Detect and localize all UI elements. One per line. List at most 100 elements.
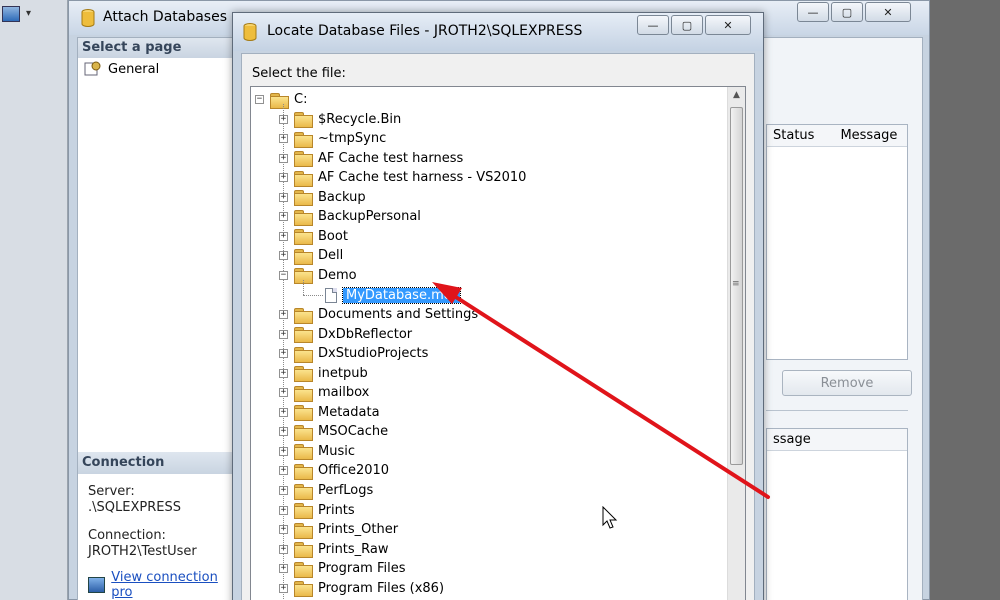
tree-folder-item[interactable]: + Music [279, 442, 355, 461]
tree-folder-item[interactable]: + DxDbReflector [279, 325, 412, 344]
database-details-grid[interactable]: ssage [766, 428, 908, 600]
mouse-cursor-icon [602, 506, 618, 529]
quick-access-icon[interactable] [2, 6, 20, 22]
scroll-up-arrow-icon[interactable]: ▲ [728, 87, 745, 104]
locate-client-area: Select the file: − C: ▲ ≡ + $Recycle.Bin +… [241, 53, 755, 600]
tree-connector [303, 279, 304, 295]
minimize-button[interactable]: — [637, 15, 669, 35]
maximize-button[interactable]: ▢ [671, 15, 703, 35]
tree-folder-item[interactable]: + MSOCache [279, 422, 388, 441]
expand-icon[interactable]: + [279, 212, 288, 222]
expand-icon[interactable]: + [279, 564, 288, 574]
tree-folder-item[interactable]: + DxStudioProjects [279, 344, 428, 363]
tree-folder-item[interactable]: + $Recycle.Bin [279, 110, 401, 129]
tree-item-label: mailbox [318, 385, 370, 401]
close-button[interactable]: ✕ [705, 15, 751, 35]
expand-icon[interactable]: + [279, 368, 288, 378]
tree-item-label: Metadata [318, 404, 380, 420]
tree-file-item[interactable]: MyDatabase.mdf [325, 286, 461, 305]
tree-folder-item[interactable]: + Documents and Settings [279, 305, 478, 324]
folder-icon [294, 444, 313, 461]
expand-icon[interactable]: + [279, 310, 288, 320]
folder-icon [294, 542, 313, 559]
databases-grid-header: Status Message [767, 125, 907, 147]
details-column-message[interactable]: ssage [767, 429, 907, 451]
view-connection-properties[interactable]: View connection pro [88, 570, 237, 600]
databases-grid[interactable]: Status Message [766, 124, 908, 360]
expand-icon[interactable]: + [279, 114, 288, 124]
column-status[interactable]: Status [767, 125, 820, 146]
file-tree[interactable]: − C: ▲ ≡ + $Recycle.Bin + ~tmpSync + AF Cache… [250, 86, 746, 600]
server-label: Server: [88, 484, 135, 499]
connection-label: Connection: [88, 528, 166, 543]
expand-icon[interactable]: + [279, 486, 288, 495]
tree-folder-item[interactable]: + mailbox [279, 383, 369, 402]
expand-icon[interactable]: + [279, 134, 288, 144]
expand-icon[interactable]: + [279, 446, 288, 456]
column-message[interactable]: Message [834, 125, 903, 146]
tree-folder-item[interactable]: + BackupPersonal [279, 207, 421, 226]
quick-access-dropdown[interactable]: ▾ [26, 8, 31, 19]
expand-icon[interactable]: + [279, 173, 288, 183]
tree-folder-item[interactable]: + AF Cache test harness - VS2010 [279, 168, 526, 187]
locate-title: Locate Database Files - JROTH2\SQLEXPRES… [267, 23, 583, 39]
tree-folder-item[interactable]: + Dell [279, 246, 343, 265]
expand-icon[interactable]: + [279, 153, 288, 163]
tree-folder-item[interactable]: + Office2010 [279, 461, 389, 480]
tree-folder-item[interactable]: + Prints [279, 501, 355, 520]
tree-folder-item[interactable]: + inetpub [279, 364, 368, 383]
remove-button[interactable]: Remove [782, 370, 912, 396]
expand-icon[interactable]: + [279, 251, 288, 261]
expand-icon[interactable]: + [279, 192, 288, 202]
tree-folder-item[interactable]: + Program Files (x86) [279, 579, 444, 598]
tree-folder-item[interactable]: + Program Files [279, 559, 406, 578]
tree-folder-item[interactable]: + Metadata [279, 403, 380, 422]
folder-icon [294, 112, 313, 129]
collapse-icon[interactable]: − [279, 270, 288, 280]
expand-icon[interactable]: + [279, 231, 288, 241]
tree-folder-item[interactable]: − Demo [279, 266, 357, 285]
collapse-icon[interactable]: − [255, 95, 264, 104]
page-item-general[interactable]: General [78, 58, 237, 80]
locate-database-files-dialog: Locate Database Files - JROTH2\SQLEXPRES… [232, 12, 764, 600]
tree-folder-item[interactable]: + PerfLogs [279, 481, 373, 500]
tree-item-label: Demo [318, 267, 357, 283]
expand-icon[interactable]: + [279, 466, 288, 476]
view-connection-link[interactable]: View connection pro [111, 570, 237, 600]
tree-vertical-scrollbar[interactable]: ▲ ≡ [727, 87, 745, 600]
expand-icon[interactable]: + [279, 505, 288, 515]
tree-folder-item[interactable]: + Prints_Other [279, 520, 398, 539]
expand-icon[interactable]: + [279, 544, 288, 554]
database-icon [243, 23, 257, 41]
tree-folder-item[interactable]: + Backup [279, 188, 366, 207]
tree-root[interactable]: − C: [255, 90, 307, 109]
expand-icon[interactable]: + [279, 388, 288, 398]
tree-folder-item[interactable]: + AF Cache test harness [279, 149, 463, 168]
expand-icon[interactable]: + [279, 427, 288, 437]
select-page-header: Select a page [78, 38, 237, 58]
tree-item-label: MyDatabase.mdf [342, 286, 461, 304]
tree-folder-item[interactable]: + Prints_Raw [279, 540, 389, 559]
expand-icon[interactable]: + [279, 583, 288, 593]
tree-item-label: Prints [318, 502, 355, 518]
maximize-button[interactable]: ▢ [831, 2, 863, 22]
expand-icon[interactable]: + [279, 525, 288, 535]
attach-window-controls: — ▢ ✕ [797, 2, 911, 22]
expand-icon[interactable]: + [279, 349, 288, 359]
connection-properties-icon [88, 577, 106, 593]
expand-icon[interactable]: + [279, 407, 288, 417]
tree-item-label: MSOCache [318, 424, 389, 440]
locate-titlebar[interactable]: Locate Database Files - JROTH2\SQLEXPRES… [233, 13, 763, 51]
tree-item-label: Program Files (x86) [318, 580, 445, 596]
close-button[interactable]: ✕ [865, 2, 911, 22]
tree-folder-item[interactable]: + Boot [279, 227, 348, 246]
folder-icon [270, 92, 289, 109]
folder-icon [294, 131, 313, 148]
minimize-button[interactable]: — [797, 2, 829, 22]
tree-item-label: Office2010 [318, 463, 390, 479]
tree-folder-item[interactable]: + ~tmpSync [279, 129, 386, 148]
tree-connector [303, 294, 323, 296]
folder-icon [294, 366, 313, 383]
attach-left-pane: Select a page General Connection Server:… [78, 38, 238, 600]
expand-icon[interactable]: + [279, 329, 288, 339]
